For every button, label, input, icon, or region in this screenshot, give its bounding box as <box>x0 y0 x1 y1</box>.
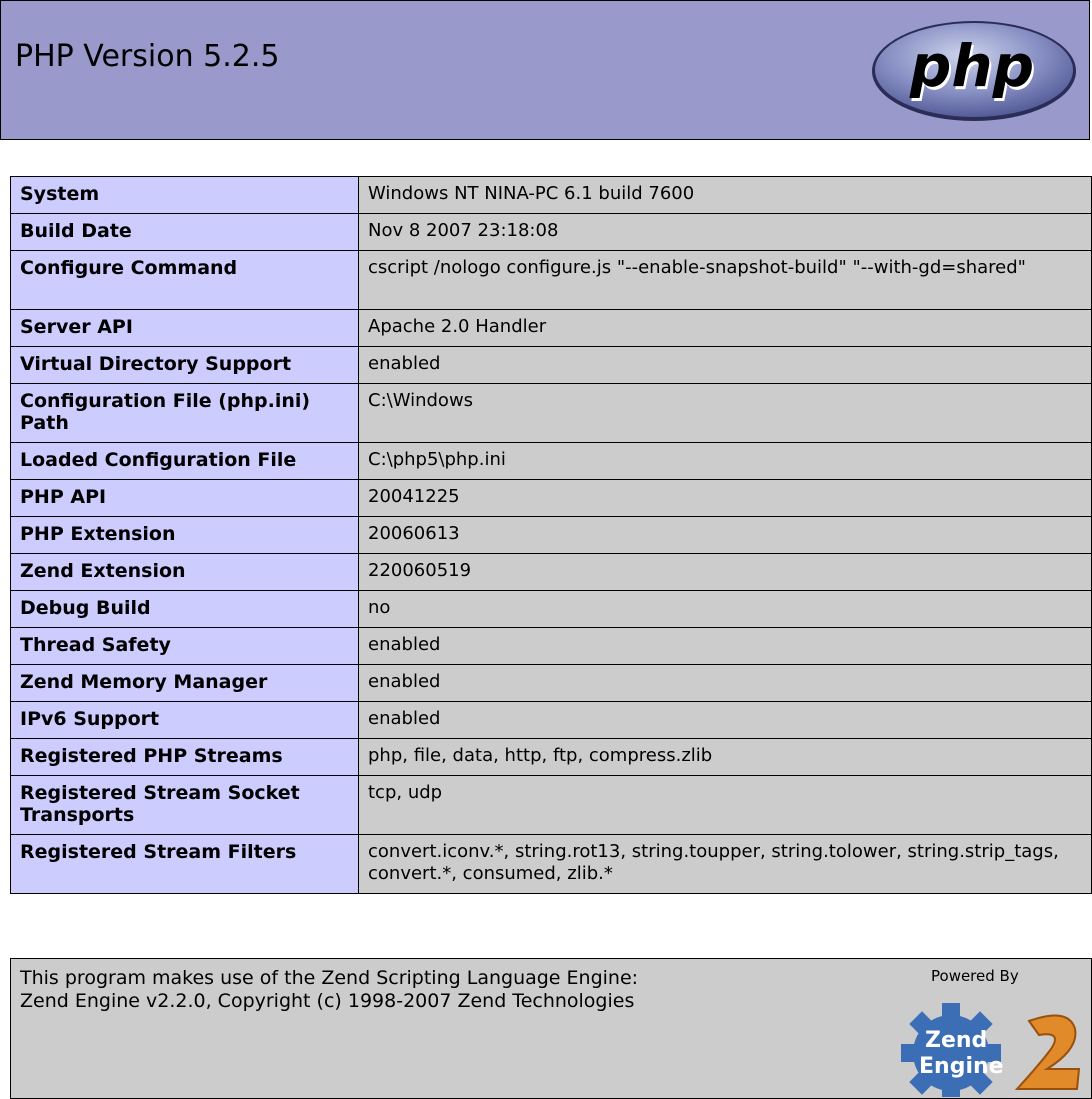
table-row: Registered PHP Streams php, file, data, h… <box>10 738 1092 776</box>
table-row: Server API Apache 2.0 Handler <box>10 309 1092 347</box>
row-label: PHP API <box>10 479 359 517</box>
svg-text:php: php <box>909 32 1034 100</box>
row-label: Loaded Configuration File <box>10 442 359 480</box>
powered-by-label: Powered By <box>931 967 1019 985</box>
row-label: Configuration File (php.ini) Path <box>10 383 359 443</box>
row-label: Configure Command <box>10 250 359 310</box>
zend-footer: This program makes use of the Zend Scrip… <box>10 958 1092 1099</box>
table-row: Virtual Directory Support enabled <box>10 346 1092 384</box>
row-label: IPv6 Support <box>10 701 359 739</box>
row-label: Zend Extension <box>10 553 359 591</box>
row-label: PHP Extension <box>10 516 359 554</box>
row-value: convert.iconv.*, string.rot13, string.to… <box>358 834 1092 894</box>
row-value: cscript /nologo configure.js "--enable-s… <box>358 250 1092 310</box>
page-title: PHP Version 5.2.5 <box>15 39 280 74</box>
row-value: tcp, udp <box>358 775 1092 835</box>
row-value: 20060613 <box>358 516 1092 554</box>
table-row: Registered Stream Filters convert.iconv.*… <box>10 834 1092 894</box>
table-row: Build Date Nov 8 2007 23:18:08 <box>10 213 1092 251</box>
table-row: Configure Command cscript /nologo configu… <box>10 250 1092 310</box>
row-value: php, file, data, http, ftp, compress.zli… <box>358 738 1092 776</box>
table-row: Zend Memory Manager enabled <box>10 664 1092 702</box>
table-row: Zend Extension 220060519 <box>10 553 1092 591</box>
table-row: Registered Stream Socket Transports tcp, … <box>10 775 1092 835</box>
row-value: 220060519 <box>358 553 1092 591</box>
table-row: Loaded Configuration File C:\php5\php.ini <box>10 442 1092 480</box>
engine-logo-word: Engine <box>919 1054 1004 1079</box>
row-label: Build Date <box>10 213 359 251</box>
php-info-table: System Windows NT NINA-PC 6.1 build 7600 … <box>10 176 1092 894</box>
table-row: PHP API 20041225 <box>10 479 1092 517</box>
row-value: C:\Windows <box>358 383 1092 443</box>
table-row: PHP Extension 20060613 <box>10 516 1092 554</box>
row-value: 20041225 <box>358 479 1092 517</box>
table-row: Thread Safety enabled <box>10 627 1092 665</box>
zend-logo-word: Zend <box>925 1028 987 1053</box>
row-value: enabled <box>358 664 1092 702</box>
row-value: enabled <box>358 627 1092 665</box>
row-label: Zend Memory Manager <box>10 664 359 702</box>
row-label: Thread Safety <box>10 627 359 665</box>
table-row: IPv6 Support enabled <box>10 701 1092 739</box>
row-value: no <box>358 590 1092 628</box>
table-row: Debug Build no <box>10 590 1092 628</box>
row-label: Registered Stream Socket Transports <box>10 775 359 835</box>
row-value: enabled <box>358 346 1092 384</box>
row-label: Registered PHP Streams <box>10 738 359 776</box>
row-value: C:\php5\php.ini <box>358 442 1092 480</box>
php-header: PHP Version 5.2.5 php php <box>0 0 1090 140</box>
zend-engine-notice: This program makes use of the Zend Scrip… <box>20 967 639 989</box>
row-value: enabled <box>358 701 1092 739</box>
row-label: Registered Stream Filters <box>10 834 359 894</box>
php-logo[interactable]: php php <box>869 19 1079 123</box>
row-label: Virtual Directory Support <box>10 346 359 384</box>
row-value: Windows NT NINA-PC 6.1 build 7600 <box>358 176 1092 214</box>
row-label: System <box>10 176 359 214</box>
zend-engine-logo[interactable]: Zend Engine <box>879 1001 1092 1097</box>
zend-copyright: Zend Engine v2.2.0, Copyright (c) 1998-2… <box>20 990 635 1012</box>
row-label: Debug Build <box>10 590 359 628</box>
table-row: System Windows NT NINA-PC 6.1 build 7600 <box>10 176 1092 214</box>
table-row: Configuration File (php.ini) Path C:\Wind… <box>10 383 1092 443</box>
row-label: Server API <box>10 309 359 347</box>
row-value: Nov 8 2007 23:18:08 <box>358 213 1092 251</box>
row-value: Apache 2.0 Handler <box>358 309 1092 347</box>
